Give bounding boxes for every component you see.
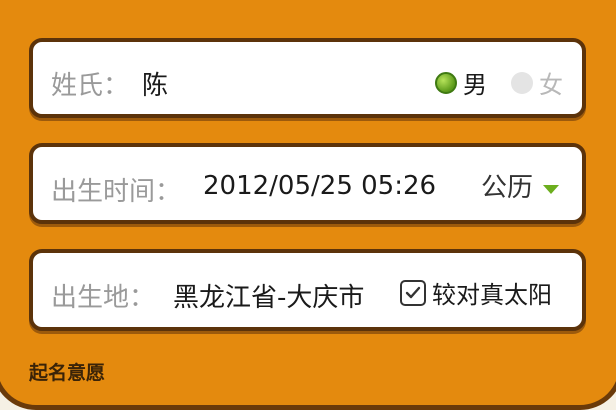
checkbox-checked-icon [400,279,426,306]
dropdown-arrow-icon [543,185,560,194]
calendar-type-label: 公历 [481,173,534,203]
surname-label: 姓氏： [51,71,130,101]
gender-male-radio[interactable]: 男 [435,65,487,100]
surname-card: 姓氏： 陈 男 女 [29,38,586,118]
surname-input[interactable]: 陈 [142,65,168,102]
birth-place-value[interactable]: 黑龙江省-大庆市 [173,277,383,314]
true-solar-time-label: 较对真太阳 [432,281,552,309]
gender-male-label: 男 [463,71,487,99]
calendar-type-dropdown[interactable]: 公历 [481,167,560,204]
true-solar-time-checkbox[interactable]: 较对真太阳 [400,275,552,310]
gender-female-label: 女 [539,71,563,99]
birth-time-value[interactable]: 2012/05/25 05:26 [203,171,436,201]
naming-wish-heading: 起名意愿 [29,362,106,384]
radio-selected-icon [435,71,457,94]
birth-place-label: 出生地： [51,283,156,313]
birth-time-card[interactable]: 出生时间： 2012/05/25 05:26 公历 [29,143,586,224]
birth-time-label: 出生时间： [51,177,182,207]
birth-place-card[interactable]: 出生地： 黑龙江省-大庆市 较对真太阳 [29,249,586,331]
radio-unselected-icon [511,71,533,94]
gender-female-radio[interactable]: 女 [511,65,563,100]
